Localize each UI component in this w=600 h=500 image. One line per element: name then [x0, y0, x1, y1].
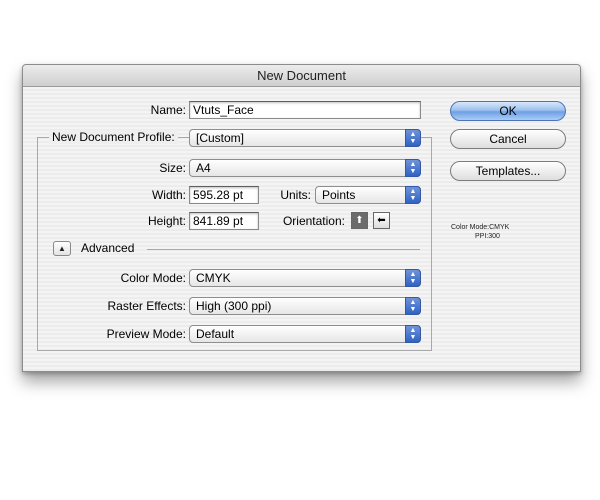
raster-effects-label: Raster Effects: [107, 299, 186, 313]
ok-button[interactable]: OK [450, 101, 566, 121]
units-value: Points [322, 188, 356, 202]
up-down-arrows-icon: ▲ ▼ [405, 129, 421, 147]
color-mode-value: CMYK [196, 271, 231, 285]
name-field[interactable] [189, 101, 421, 119]
portrait-orientation-icon[interactable]: ⬆ [351, 212, 368, 229]
cancel-button[interactable]: Cancel [450, 129, 566, 149]
color-mode-select[interactable]: CMYK ▲ ▼ [189, 269, 421, 287]
width-field[interactable] [189, 186, 259, 204]
units-select[interactable]: Points ▲ ▼ [315, 186, 421, 204]
templates-button[interactable]: Templates... [450, 161, 566, 181]
size-select[interactable]: A4 ▲ ▼ [189, 159, 421, 177]
size-value: A4 [196, 161, 211, 175]
up-down-arrows-icon: ▲ ▼ [405, 159, 421, 177]
size-label: Size: [159, 161, 186, 175]
preview-mode-label: Preview Mode: [106, 327, 186, 341]
raster-effects-value: High (300 ppi) [196, 299, 272, 313]
info-color-mode: Color Mode:CMYK [451, 224, 510, 231]
advanced-label: Advanced [81, 241, 135, 255]
height-field[interactable] [189, 212, 259, 230]
name-label: Name: [150, 103, 186, 117]
up-down-arrows-icon: ▲ ▼ [405, 186, 421, 204]
advanced-divider [147, 249, 420, 250]
width-label: Width: [151, 188, 186, 202]
profile-select[interactable]: [Custom] ▲ ▼ [189, 129, 421, 147]
up-down-arrows-icon: ▲ ▼ [405, 297, 421, 315]
preview-mode-value: Default [196, 327, 235, 341]
dialog-title: New Document [23, 65, 580, 87]
triangle-up-icon[interactable]: ▲ [53, 241, 71, 256]
color-mode-label: Color Mode: [120, 271, 186, 285]
up-down-arrows-icon: ▲ ▼ [405, 269, 421, 287]
profile-value: [Custom] [196, 131, 245, 145]
orientation-label: Orientation: [282, 214, 345, 228]
info-ppi: PPI:300 [475, 233, 500, 240]
landscape-orientation-icon[interactable]: ⬅ [373, 212, 390, 229]
units-label: Units: [280, 188, 311, 202]
raster-effects-select[interactable]: High (300 ppi) ▲ ▼ [189, 297, 421, 315]
profile-label: New Document Profile: [49, 130, 178, 144]
preview-mode-select[interactable]: Default ▲ ▼ [189, 325, 421, 343]
height-label: Height: [147, 214, 186, 228]
up-down-arrows-icon: ▲ ▼ [405, 325, 421, 343]
new-document-dialog: New Document Name: New Document Profile:… [22, 64, 581, 372]
